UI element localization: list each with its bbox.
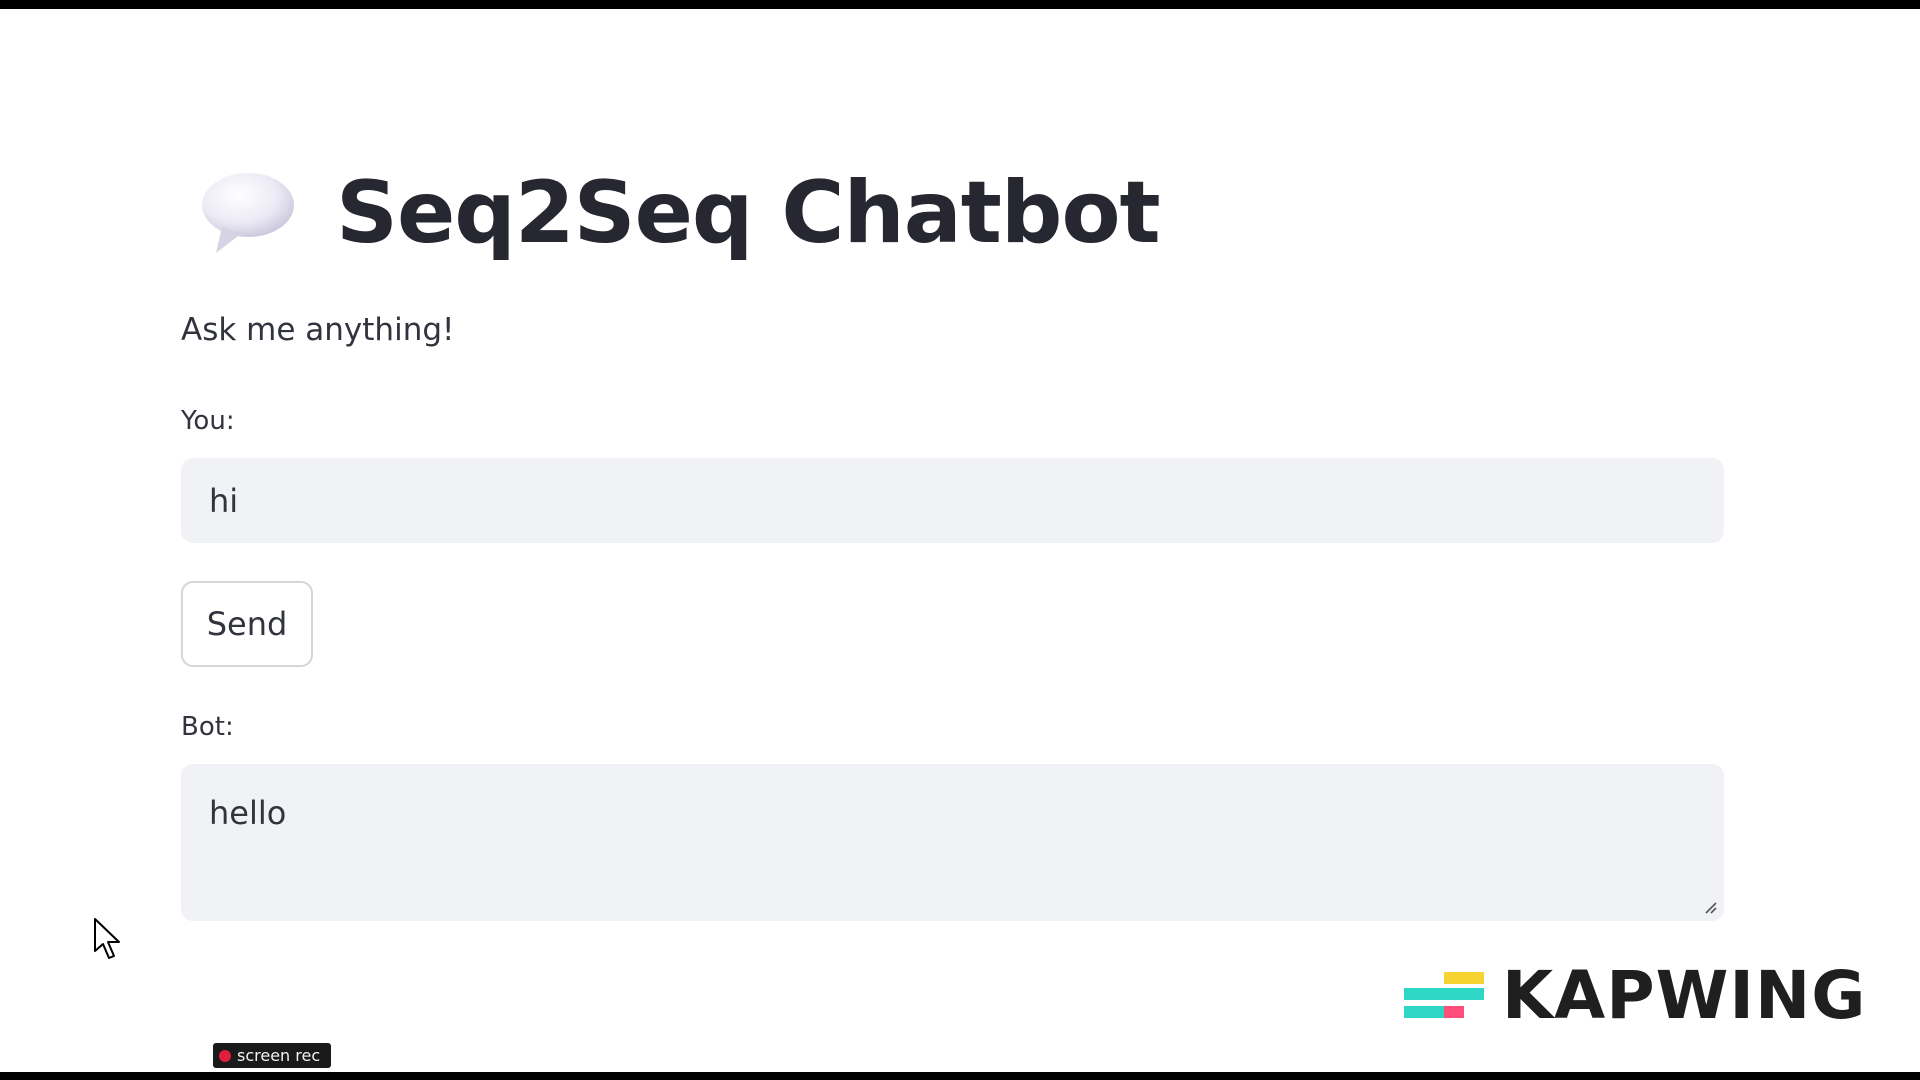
page-subtitle: Ask me anything! <box>181 312 455 348</box>
user-message-value[interactable]: hi <box>209 482 238 520</box>
bot-output-label: Bot: <box>181 712 234 742</box>
bot-response-value: hello <box>209 794 287 832</box>
page-header: Seq2Seq Chatbot <box>200 158 1161 268</box>
screenrec-label: screen rec <box>237 1046 321 1065</box>
mouse-pointer-icon <box>93 917 125 963</box>
user-input-label: You: <box>181 406 235 436</box>
record-dot-icon <box>219 1049 231 1062</box>
speech-balloon-icon <box>200 165 296 261</box>
kapwing-brand-text: KAPWING <box>1502 956 1867 1034</box>
resize-handle-icon[interactable] <box>1702 899 1718 915</box>
bot-response-textarea[interactable]: hello <box>181 764 1724 921</box>
kapwing-logo-icon <box>1404 966 1484 1024</box>
video-bottom-border <box>0 1072 1920 1080</box>
send-button[interactable]: Send <box>181 581 313 667</box>
page-title: Seq2Seq Chatbot <box>336 163 1161 263</box>
kapwing-watermark: KAPWING <box>1404 957 1866 1034</box>
video-top-border <box>0 0 1920 9</box>
user-message-input[interactable]: hi <box>181 458 1724 543</box>
screenrec-badge: screen rec <box>213 1043 331 1068</box>
